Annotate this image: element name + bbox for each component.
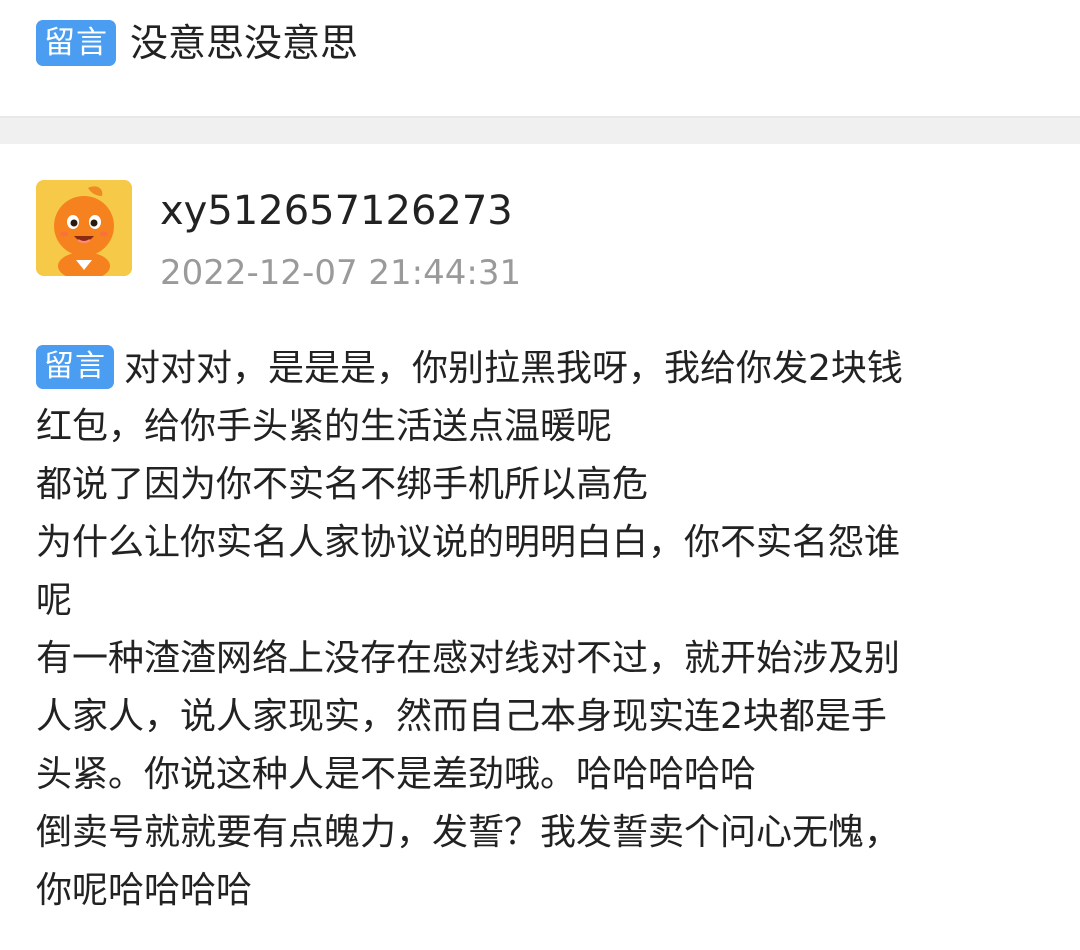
previous-comment-row: 留言 没意思没意思 bbox=[36, 18, 358, 68]
avatar-illustration bbox=[36, 180, 132, 276]
orange-mascot-avatar-icon[interactable] bbox=[36, 180, 132, 276]
comment-tag-badge: 留言 bbox=[36, 345, 114, 389]
comment-line: 人家人，说人家现实，然而自己本身现实连2块都是手 bbox=[36, 696, 887, 737]
username[interactable]: xy512657126273 bbox=[160, 186, 513, 236]
comment-line-text: 对对对，是是是，你别拉黑我呀，我给你发2块钱 bbox=[124, 348, 903, 389]
comment-body: 留言 对对对，是是是，你别拉黑我呀，我给你发2块钱 红包，给你手头紧的生活送点温暖… bbox=[36, 340, 1048, 920]
previous-comment-text: 没意思没意思 bbox=[130, 21, 359, 65]
post-timestamp: 2022-12-07 21:44:31 bbox=[160, 253, 522, 293]
comment-line: 头紧。你说这种人是不是差劲哦。哈哈哈哈哈 bbox=[36, 754, 757, 795]
comment-line: 有一种渣渣网络上没存在感对线对不过，就开始涉及别 bbox=[36, 638, 901, 679]
comment-line: 呢 bbox=[36, 580, 73, 621]
comment-line: 都说了因为你不实名不绑手机所以高危 bbox=[36, 464, 649, 505]
comment-line: 红包，给你手头紧的生活送点温暖呢 bbox=[36, 406, 613, 447]
section-divider bbox=[0, 116, 1080, 144]
previous-comment-card: 留言 没意思没意思 bbox=[0, 0, 1080, 116]
comment-line: 留言 对对对，是是是，你别拉黑我呀，我给你发2块钱 bbox=[36, 340, 1048, 398]
comment-line: 倒卖号就就要有点魄力，发誓？我发誓卖个问心无愧， bbox=[36, 812, 901, 853]
comment-tag-badge: 留言 bbox=[36, 20, 116, 66]
comment-line: 为什么让你实名人家协议说的明明白白，你不实名怨谁 bbox=[36, 522, 901, 563]
comment-line: 你呢哈哈哈哈 bbox=[36, 870, 253, 911]
